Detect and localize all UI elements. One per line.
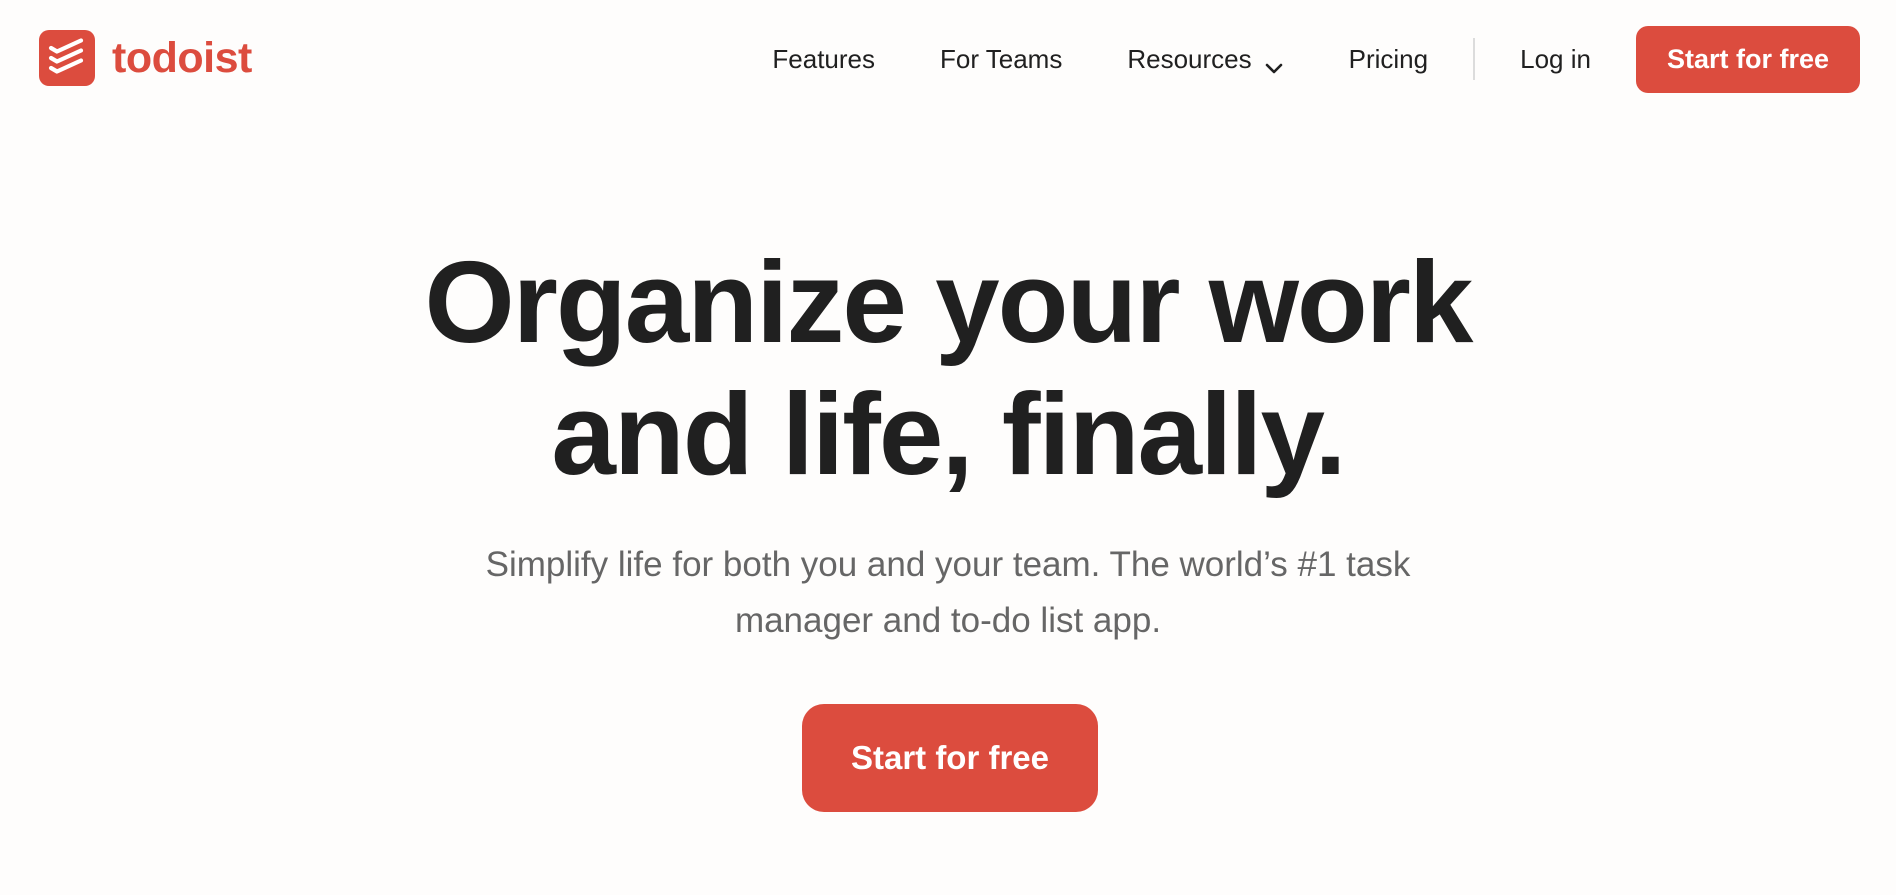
nav-resources-label: Resources	[1127, 43, 1252, 74]
hero-start-for-free-button[interactable]: Start for free	[802, 704, 1098, 812]
nav-resources[interactable]: Resources	[1127, 44, 1283, 75]
nav-for-teams[interactable]: For Teams	[940, 44, 1062, 75]
todoist-logo-link[interactable]: todoist	[39, 30, 252, 86]
hero-subtitle-line-2: manager and to-do list app.	[734, 601, 1162, 640]
page: todoist Features For Teams Resources Pri…	[0, 0, 1896, 895]
main-nav: Features For Teams Resources Pricing Log…	[772, 25, 1860, 93]
nav-divider	[1473, 38, 1476, 80]
site-header: todoist Features For Teams Resources Pri…	[0, 0, 1896, 120]
hero-subtitle-line-1: Simplify life for both you and your team…	[485, 545, 1411, 584]
hero-title-line-1: Organize your work	[424, 237, 1474, 367]
chevron-down-icon	[1264, 52, 1284, 74]
hero-subtitle: Simplify life for both you and your team…	[440, 537, 1456, 649]
header-start-for-free-button[interactable]: Start for free	[1635, 25, 1860, 93]
brand-name: todoist	[112, 34, 252, 82]
nav-features[interactable]: Features	[772, 44, 875, 75]
login-link[interactable]: Log in	[1520, 44, 1591, 75]
hero-title-line-2: and life, finally.	[551, 369, 1346, 499]
hero-title: Organize your work and life, finally.	[0, 236, 1896, 500]
nav-pricing[interactable]: Pricing	[1349, 44, 1428, 75]
todoist-layers-icon	[39, 30, 95, 86]
